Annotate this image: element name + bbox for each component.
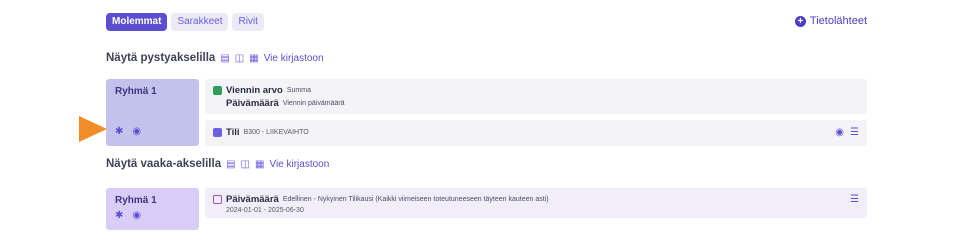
database-icon bbox=[213, 128, 222, 137]
excel-sheet-icon bbox=[213, 86, 222, 95]
measure-row: Viennin arvo Summa bbox=[213, 85, 859, 96]
vertical-group-card[interactable]: Ryhmä 1 ✱ ◉ bbox=[106, 79, 199, 146]
eye-icon[interactable]: ◉ bbox=[132, 126, 141, 137]
horizontal-group-title: Ryhmä 1 bbox=[115, 195, 157, 206]
vertical-axis-header: Näytä pystyakselilla ▤ ◫ ▦ Vie kirjastoo… bbox=[106, 52, 324, 64]
vertical-axis-title: Näytä pystyakselilla bbox=[106, 52, 216, 64]
menu-icon[interactable]: ☰ bbox=[850, 194, 859, 205]
horizontal-export-link[interactable]: Vie kirjastoon bbox=[269, 159, 329, 170]
h-date-desc: Edellinen - Nykyinen Tilikausi (Kaikki v… bbox=[282, 196, 549, 203]
eye-icon[interactable]: ◉ bbox=[132, 210, 141, 221]
date-row: Päivämäärä Viennin päivämäärä bbox=[213, 98, 859, 109]
h-date-range: 2024-01-01 - 2025-06-30 bbox=[226, 207, 304, 214]
measure-sub: Summa bbox=[286, 87, 311, 94]
data-sources-button[interactable]: + Tietolähteet bbox=[794, 15, 867, 27]
library-icon: ▦ bbox=[255, 158, 265, 170]
collapse-columns-icon[interactable]: ◫ bbox=[235, 53, 244, 64]
collapse-rows-icon[interactable]: ▤ bbox=[226, 159, 235, 170]
add-circle-icon: + bbox=[794, 15, 806, 27]
account-row: Tili B300 - LIIKEVAIHTO bbox=[213, 127, 859, 138]
h-date-row: Päivämäärä Edellinen - Nykyinen Tilikaus… bbox=[213, 194, 859, 205]
date-label: Päivämäärä bbox=[226, 98, 279, 109]
account-label: Tili bbox=[226, 127, 240, 138]
pointer-arrow-icon bbox=[79, 116, 107, 142]
eye-icon[interactable]: ◉ bbox=[835, 127, 844, 138]
horizontal-group-card[interactable]: Ryhmä 1 ✱ ◉ bbox=[106, 188, 199, 230]
segment-rows[interactable]: Rivit bbox=[232, 13, 264, 31]
calendar-icon bbox=[213, 195, 222, 204]
horizontal-date-card[interactable]: Päivämäärä Edellinen - Nykyinen Tilikaus… bbox=[205, 188, 867, 218]
axis-mode-segmented-control: Molemmat Sarakkeet Rivit bbox=[106, 13, 264, 31]
library-icon: ▦ bbox=[249, 52, 259, 64]
segment-both[interactable]: Molemmat bbox=[106, 13, 168, 31]
date-sub: Viennin päivämäärä bbox=[282, 100, 345, 107]
collapse-rows-icon[interactable]: ▤ bbox=[220, 53, 229, 64]
gear-icon[interactable]: ✱ bbox=[115, 126, 123, 137]
segment-columns[interactable]: Sarakkeet bbox=[171, 13, 229, 31]
menu-icon[interactable]: ☰ bbox=[850, 127, 859, 138]
account-value: B300 - LIIKEVAIHTO bbox=[243, 129, 309, 136]
horizontal-axis-title: Näytä vaaka-akselilla bbox=[106, 158, 222, 170]
measure-label: Viennin arvo bbox=[226, 85, 283, 96]
vertical-account-card[interactable]: Tili B300 - LIIKEVAIHTO ◉ ☰ bbox=[205, 120, 867, 146]
collapse-columns-icon[interactable]: ◫ bbox=[241, 159, 250, 170]
horizontal-axis-header: Näytä vaaka-akselilla ▤ ◫ ▦ Vie kirjasto… bbox=[106, 158, 329, 170]
vertical-measure-card[interactable]: Viennin arvo Summa Päivämäärä Viennin pä… bbox=[205, 79, 867, 114]
vertical-group-title: Ryhmä 1 bbox=[115, 86, 157, 97]
gear-icon[interactable]: ✱ bbox=[115, 210, 123, 221]
h-date-label: Päivämäärä bbox=[226, 194, 279, 205]
data-sources-label: Tietolähteet bbox=[809, 15, 867, 27]
vertical-export-link[interactable]: Vie kirjastoon bbox=[264, 53, 324, 64]
